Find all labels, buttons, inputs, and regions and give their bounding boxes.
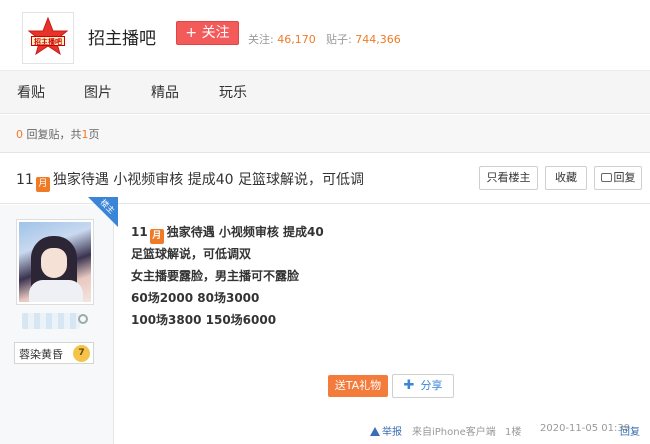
share-button[interactable]: ✚ 分享	[392, 374, 454, 398]
content-first-line: 独家待遇 小视频审核 提成40	[166, 225, 324, 239]
plus-icon: ✚	[403, 378, 415, 393]
send-gift-button[interactable]: 送TA礼物	[328, 375, 388, 397]
content-line: 60场2000 80场3000	[131, 291, 260, 305]
reply-button-label: 回复	[613, 171, 636, 184]
avatar-frame[interactable]	[16, 219, 94, 305]
post-reply-link[interactable]: 回复	[620, 423, 640, 438]
post-content: 11 月独家待遇 小视频审核 提成40 足篮球解说，可低调双 女主播要露脸，男主播…	[131, 223, 324, 333]
page-info-text: 0 回复贴，共1页	[16, 126, 100, 142]
report-link[interactable]: 举报	[370, 423, 402, 438]
post-stat: 贴子: 744,366	[326, 31, 401, 47]
post-count-label: 贴子:	[326, 33, 352, 46]
favorite-button[interactable]: 收藏	[545, 166, 587, 190]
page-count: 1	[81, 128, 89, 141]
page-info-bar: 0 回复贴，共1页	[0, 115, 650, 153]
logo-text: 招主播吧	[31, 36, 65, 46]
report-label: 举报	[382, 427, 402, 438]
forum-logo[interactable]: 招主播吧	[22, 12, 74, 64]
page-label: 页	[88, 128, 100, 141]
level-name: 蓉染黄昏	[19, 348, 63, 361]
forum-nav: 看贴 图片 精品 玩乐	[0, 70, 650, 114]
reply-count: 0	[16, 128, 23, 141]
nav-item-fun[interactable]: 玩乐	[219, 71, 247, 115]
forum-logo-image: 招主播吧	[26, 16, 70, 60]
warning-icon	[370, 427, 380, 436]
only-author-button[interactable]: 只看楼主	[479, 166, 538, 190]
avatar	[19, 222, 91, 302]
level-badge[interactable]: 蓉染黄昏 7	[14, 342, 94, 364]
title-month-num: 11	[16, 172, 34, 188]
owner-badge: 楼主	[88, 197, 118, 227]
post-time: 2020-11-05 01:39	[540, 423, 631, 434]
content-line: 女主播要露脸，男主播可不露脸	[131, 269, 300, 283]
month-icon: 月	[35, 177, 50, 192]
post-count: 744,366	[355, 33, 401, 46]
thread-title: 11 月独家待遇 小视频审核 提成40 足篮球解说，可低调	[16, 169, 364, 192]
post-source: 来自iPhone客户端	[412, 427, 496, 438]
follow-stat: 关注: 46,170	[248, 31, 316, 47]
search-icon	[78, 314, 88, 324]
forum-name[interactable]: 招主播吧	[88, 24, 156, 49]
reply-icon	[600, 173, 612, 182]
content-month-num: 11	[131, 225, 148, 239]
author-column: 楼主 蓉染黄昏 7	[0, 197, 118, 444]
username-blurred[interactable]	[22, 313, 80, 329]
post-floor: 1楼	[505, 427, 522, 438]
content-line: 100场3800 150场6000	[131, 313, 277, 327]
content-line: 足篮球解说，可低调双	[131, 247, 252, 261]
level-number: 7	[73, 345, 90, 362]
content-line: 11 月独家待遇 小视频审核 提成40	[131, 223, 324, 245]
follow-count: 46,170	[277, 33, 316, 46]
forum-header: 招主播吧 招主播吧 + 关注 关注: 46,170 贴子: 744,366	[0, 0, 650, 70]
follow-button[interactable]: + 关注	[176, 21, 239, 45]
month-icon: 月	[149, 229, 164, 244]
reply-label: 回复贴，共	[26, 128, 82, 141]
post-floor-1: 楼主 蓉染黄昏 7 11 月独家待遇 小视频审核 提成40 足篮球解说，可低调双 …	[0, 197, 650, 444]
share-label: 分享	[420, 379, 443, 392]
reply-button[interactable]: 回复	[594, 166, 642, 190]
nav-item-posts[interactable]: 看贴	[17, 71, 45, 115]
nav-item-images[interactable]: 图片	[84, 71, 112, 115]
nav-item-featured[interactable]: 精品	[151, 71, 179, 115]
follow-count-label: 关注:	[248, 33, 274, 46]
title-text: 独家待遇 小视频审核 提成40 足篮球解说，可低调	[52, 172, 364, 188]
